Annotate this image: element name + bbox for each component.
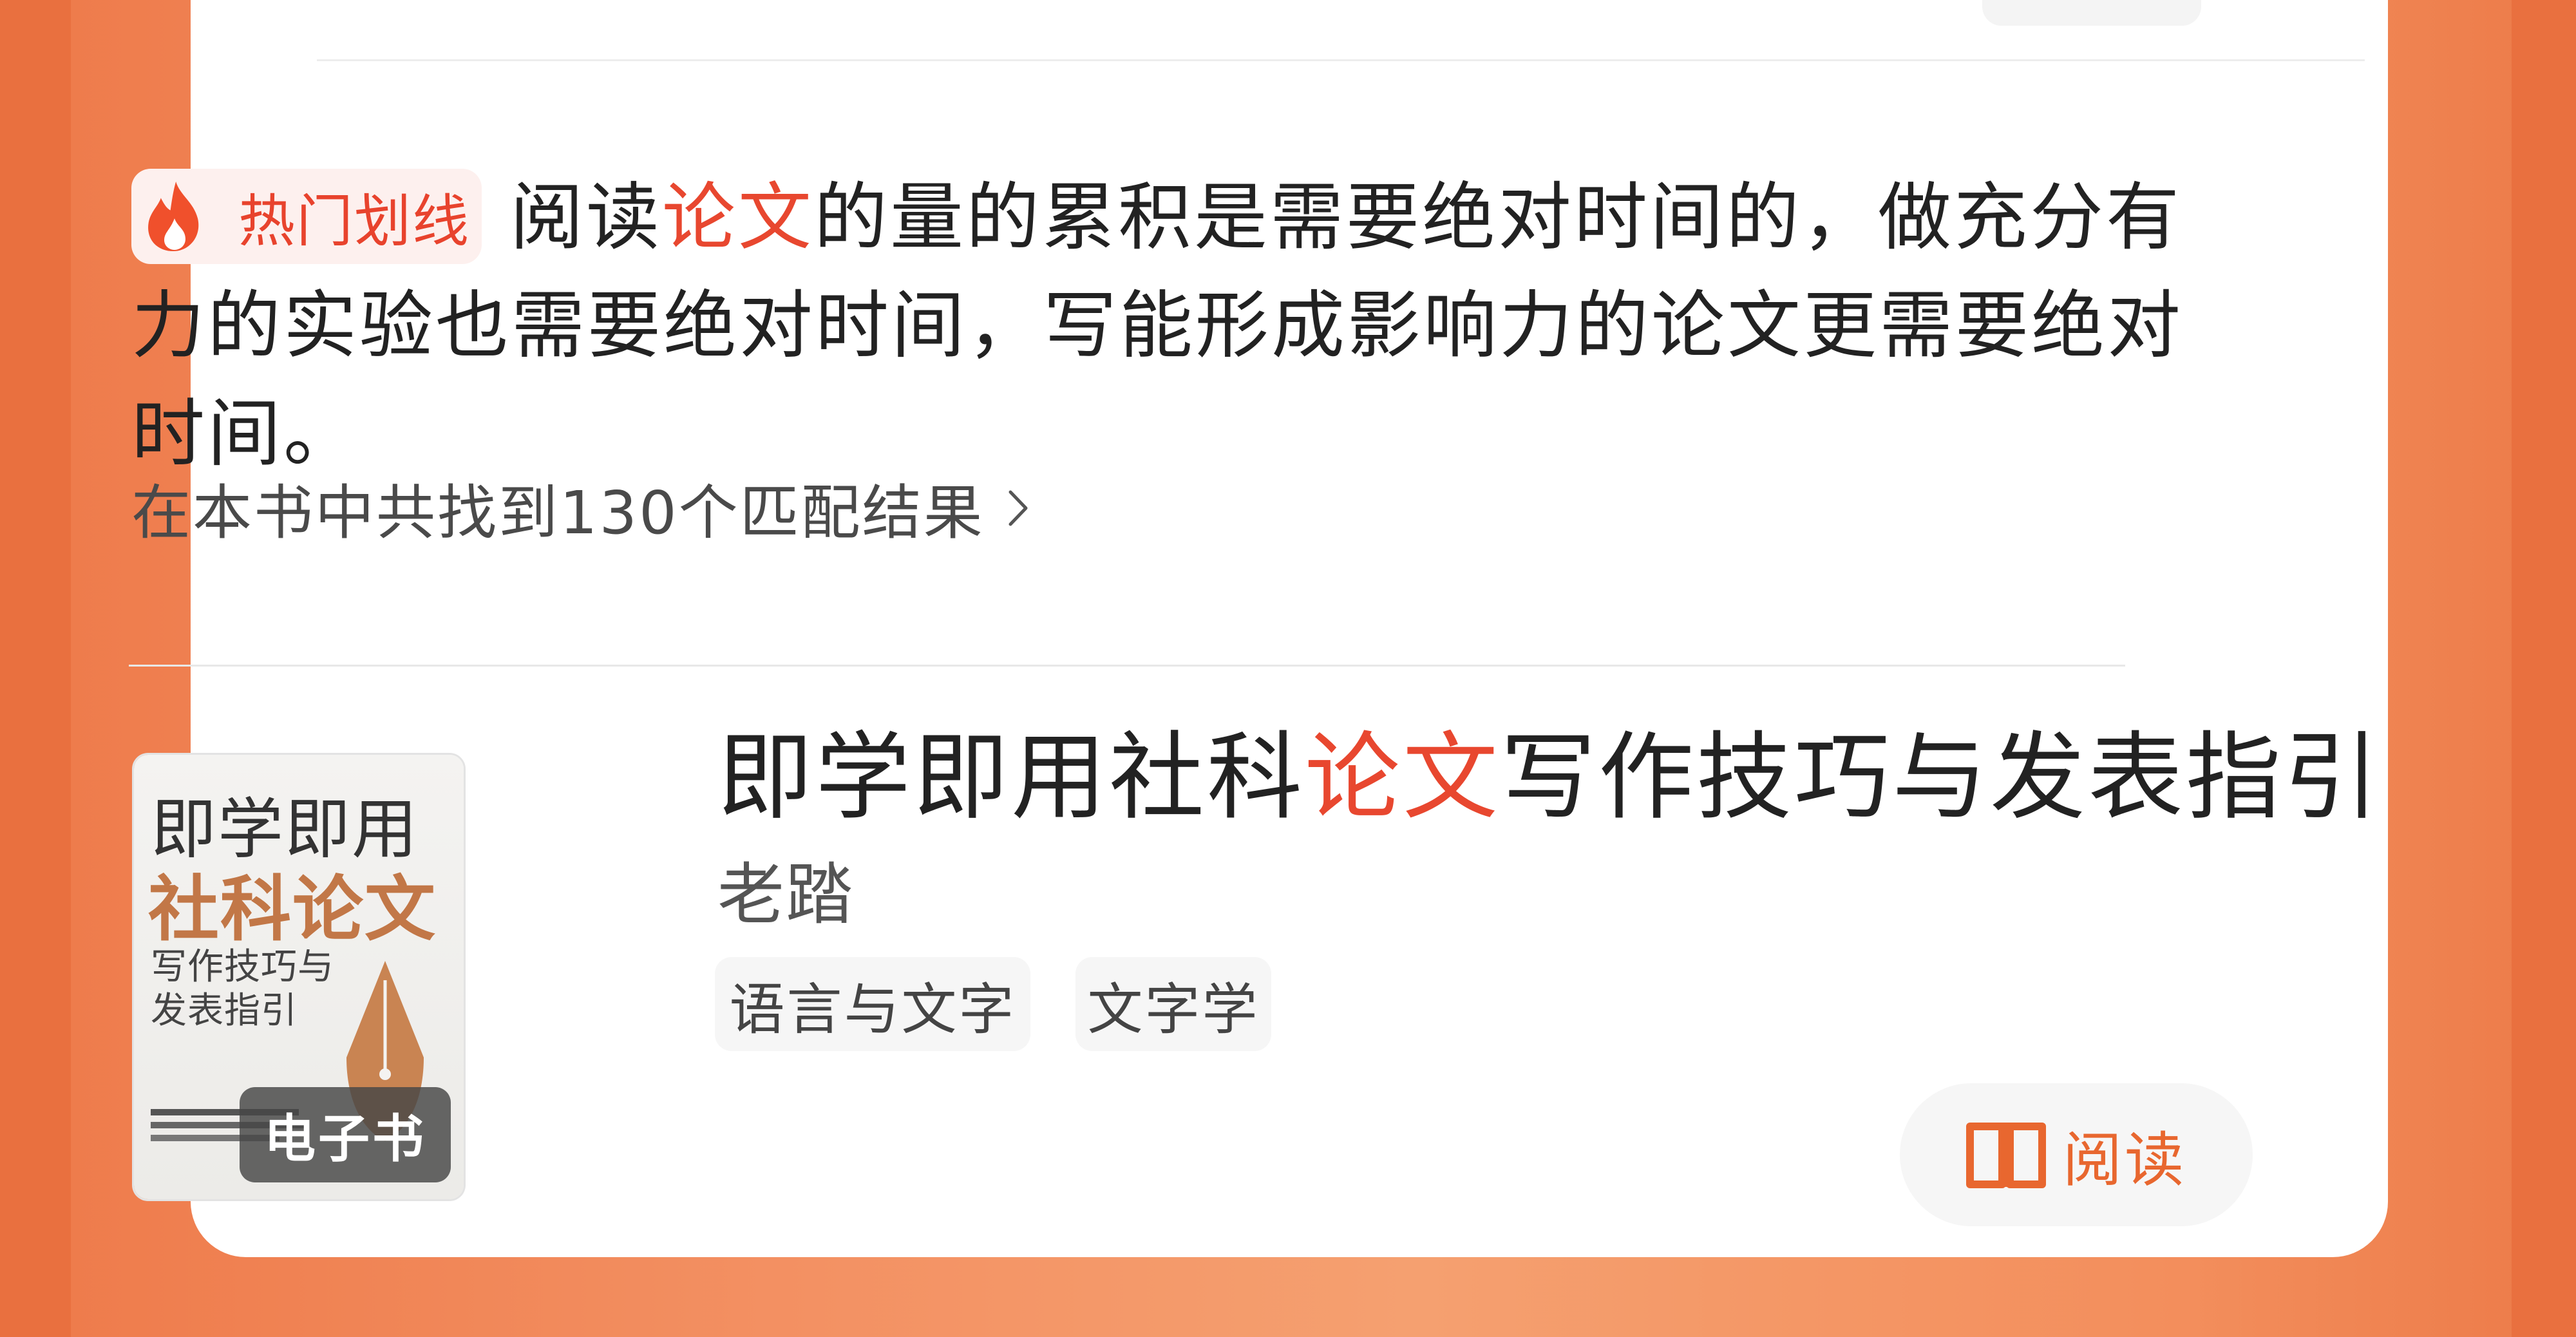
book-title-keyword: 论文: [1305, 722, 1501, 833]
book-title-rest: 写作技巧与发表指引: [1501, 722, 2382, 833]
section-divider: [129, 665, 2125, 667]
book-cover[interactable]: 即学即用 社科论文 写作技巧与 发表指引 电子书: [134, 755, 464, 1199]
read-button[interactable]: 阅读: [1900, 1083, 2253, 1226]
fire-icon: [148, 181, 199, 252]
book-title-start: 即学即用社科: [717, 722, 1305, 833]
quote-keyword: 论文: [662, 175, 815, 260]
book-author[interactable]: 老踏: [717, 840, 854, 937]
background-strip-right: [2512, 0, 2576, 1337]
read-button-label: 阅读: [2062, 1125, 2186, 1195]
tag-language[interactable]: 语言与文字: [715, 957, 1030, 1051]
hot-highlight-badge: 热门划线: [131, 169, 482, 264]
tag-philology[interactable]: 文字学: [1075, 957, 1271, 1051]
ebook-badge: 电子书: [240, 1087, 451, 1182]
background-strip-left: [0, 0, 71, 1337]
quote-text-start: 阅读: [510, 175, 663, 260]
open-book-icon: [1965, 1123, 2046, 1188]
all-matches-label: 在本书中共找到130个匹配结果: [131, 479, 985, 547]
book-title[interactable]: 即学即用社科论文写作技巧与发表指引: [717, 699, 2382, 838]
hot-highlight-label: 热门划线: [238, 187, 471, 254]
hot-highlight[interactable]: 热门划线 阅读论文的量的累积是需要绝对时间的，做充分有力的实验也需要绝对时间，写…: [131, 164, 2192, 488]
top-divider: [317, 59, 2365, 61]
top-pill-remnant: [1982, 0, 2201, 26]
all-matches-link[interactable]: 在本书中共找到130个匹配结果: [131, 465, 1032, 551]
chevron-right-icon: [1009, 490, 1028, 526]
cover-title-line4: 发表指引: [151, 990, 298, 1032]
